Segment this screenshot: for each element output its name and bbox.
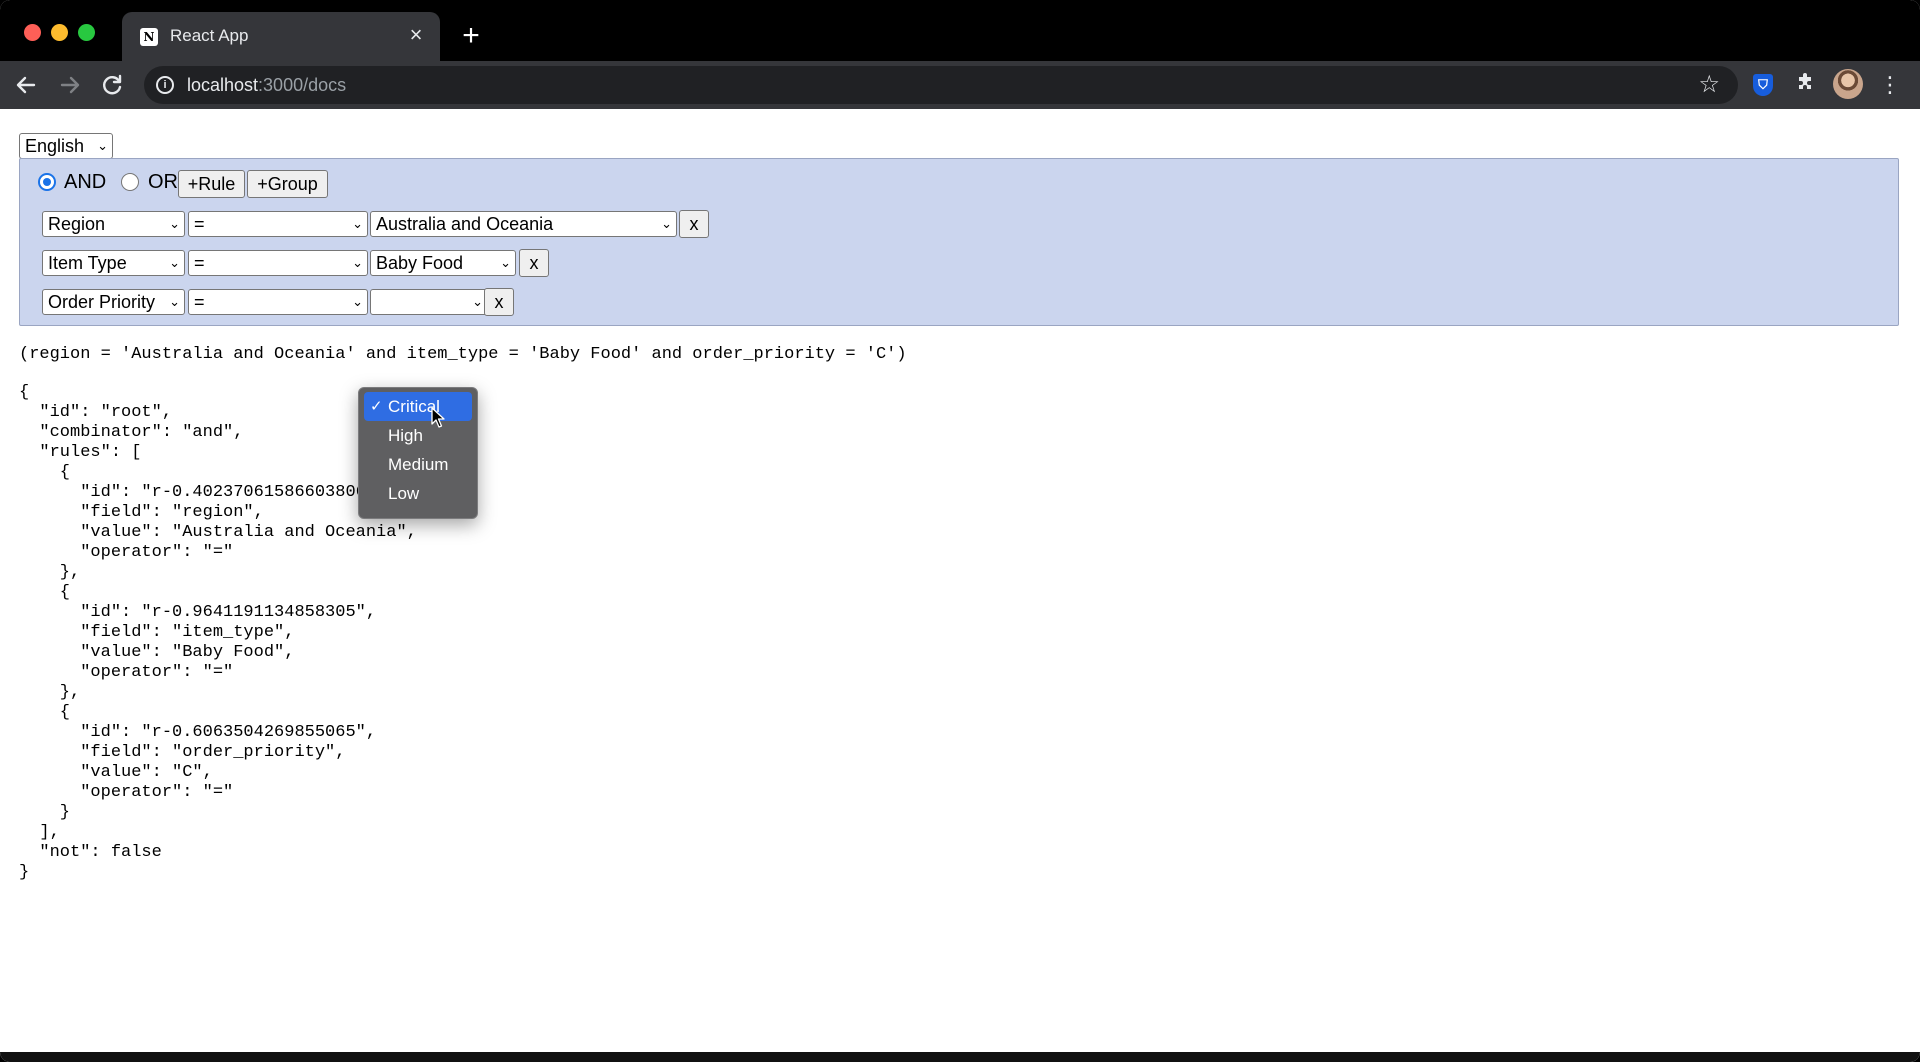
forward-arrow-icon[interactable] xyxy=(54,69,86,101)
json-line: }, xyxy=(19,563,81,582)
rule-2-field-value: Item Type xyxy=(48,253,127,273)
rule-2-value-select[interactable]: Baby Food ⌄ xyxy=(370,250,516,276)
chevron-down-icon: ⌄ xyxy=(500,255,511,270)
rule-3-field-select[interactable]: Order Priority ⌄ xyxy=(42,289,185,315)
json-line: } xyxy=(19,803,71,822)
json-line: ], xyxy=(19,823,60,842)
json-line: "value": "C", xyxy=(19,763,213,782)
chevron-down-icon: ⌄ xyxy=(169,255,180,270)
rule-1-remove-button[interactable]: x xyxy=(679,210,709,238)
chevron-down-icon: ⌄ xyxy=(352,255,363,270)
json-line: "value": "Australia and Oceania", xyxy=(19,523,417,542)
rule-3-operator-select[interactable]: = ⌄ xyxy=(188,289,368,315)
browser-toolbar: i localhost:3000/docs ☆ ⛉ ⋮ xyxy=(0,61,1920,109)
url-path: :3000/docs xyxy=(258,75,347,95)
rule-3-remove-button[interactable]: x xyxy=(484,288,514,316)
dropdown-option-label: Medium xyxy=(388,455,449,474)
chevron-down-icon: ⌄ xyxy=(169,294,180,309)
mouse-cursor-icon xyxy=(431,407,445,428)
json-line: } xyxy=(19,863,30,882)
json-line: }, xyxy=(19,683,81,702)
dropdown-option-critical[interactable]: ✓ Critical xyxy=(364,392,472,421)
checkmark-icon: ✓ xyxy=(370,398,383,415)
bitwarden-icon[interactable]: ⛉ xyxy=(1749,71,1777,99)
json-line: { xyxy=(19,583,71,602)
star-icon[interactable]: ☆ xyxy=(1698,71,1720,99)
rule-3-field-value: Order Priority xyxy=(48,292,156,312)
info-icon[interactable]: i xyxy=(156,76,174,94)
dropdown-option-label: Low xyxy=(388,484,420,503)
url-text[interactable]: localhost:3000/docs xyxy=(187,75,346,96)
rule-1-operator-select[interactable]: = ⌄ xyxy=(188,211,368,237)
reload-icon[interactable] xyxy=(96,69,128,101)
json-line: "id": "r-0.6063504269855065", xyxy=(19,723,377,742)
dropdown-option-label: High xyxy=(388,426,423,445)
and-radio[interactable] xyxy=(38,173,56,191)
rule-2-value: Baby Food xyxy=(376,253,464,273)
chevron-down-icon: ⌄ xyxy=(661,216,672,231)
dropdown-option-high[interactable]: High xyxy=(364,421,472,450)
new-tab-button[interactable]: + xyxy=(457,21,485,51)
chevron-down-icon: ⌄ xyxy=(352,294,363,309)
tab-close-icon[interactable]: × xyxy=(404,23,428,47)
close-window-button[interactable] xyxy=(24,24,41,41)
query-builder-panel: AND OR +Rule +Group Region ⌄ = ⌄ Austral… xyxy=(19,158,1899,326)
puzzle-icon[interactable] xyxy=(1791,71,1819,99)
chevron-down-icon: ⌄ xyxy=(169,216,180,231)
chevron-down-icon: ⌄ xyxy=(472,294,483,309)
rule-1-field-select[interactable]: Region ⌄ xyxy=(42,211,185,237)
window-bottom-edge xyxy=(0,1052,1920,1062)
maximize-window-button[interactable] xyxy=(78,24,95,41)
add-group-button[interactable]: +Group xyxy=(247,170,328,198)
browser-window: N React App × + i localhost:3000/docs ☆ … xyxy=(0,0,1920,1062)
json-line: "id": "r-0.9641191134858305", xyxy=(19,603,377,622)
json-line: "operator": "=" xyxy=(19,783,234,802)
json-line: "field": "order_priority", xyxy=(19,743,346,762)
rule-2-operator-select[interactable]: = ⌄ xyxy=(188,250,368,276)
kebab-menu-icon[interactable]: ⋮ xyxy=(1876,71,1904,99)
rule-2-field-select[interactable]: Item Type ⌄ xyxy=(42,250,185,276)
back-arrow-icon[interactable] xyxy=(10,69,42,101)
json-line: "operator": "=" xyxy=(19,543,234,562)
json-line: "not": false xyxy=(19,843,162,862)
rule-1-field-value: Region xyxy=(48,214,106,234)
json-line: "field": "item_type", xyxy=(19,623,295,642)
rule-1-value: Australia and Oceania xyxy=(376,214,554,234)
language-select-value: English xyxy=(25,136,85,156)
tab-strip: N React App × + xyxy=(0,0,1920,61)
rule-3-operator-value: = xyxy=(194,292,205,312)
rule-2-remove-button[interactable]: x xyxy=(519,249,549,277)
dropdown-option-medium[interactable]: Medium xyxy=(364,450,472,479)
json-line: "operator": "=" xyxy=(19,663,234,682)
json-line: "value": "Baby Food", xyxy=(19,643,295,662)
address-bar[interactable]: i localhost:3000/docs ☆ xyxy=(144,66,1738,104)
priority-dropdown-menu: ✓ Critical High Medium Low xyxy=(358,387,478,519)
chevron-down-icon: ⌄ xyxy=(97,138,108,153)
chevron-down-icon: ⌄ xyxy=(352,216,363,231)
or-radio[interactable] xyxy=(121,173,139,191)
page-content: English ⌄ AND OR +Rule +Group Region ⌄ =… xyxy=(0,109,1920,1062)
and-label: AND xyxy=(64,171,107,193)
url-host: localhost xyxy=(187,75,259,95)
avatar-image xyxy=(1833,69,1863,99)
browser-tab[interactable]: N React App × xyxy=(122,12,440,61)
add-rule-button[interactable]: +Rule xyxy=(178,170,245,198)
tab-title: React App xyxy=(170,26,249,45)
minimize-window-button[interactable] xyxy=(51,24,68,41)
or-label: OR xyxy=(148,171,178,193)
rule-1-operator-value: = xyxy=(194,214,205,234)
json-line: { xyxy=(19,703,71,722)
rule-1-value-select[interactable]: Australia and Oceania ⌄ xyxy=(370,211,677,237)
language-select[interactable]: English ⌄ xyxy=(19,133,113,159)
rule-3-value-select[interactable]: ⌄ xyxy=(370,289,488,315)
profile-avatar[interactable] xyxy=(1833,69,1863,99)
sql-output: (region = 'Australia and Oceania' and it… xyxy=(19,345,907,364)
tab-favicon-icon: N xyxy=(140,28,158,46)
dropdown-option-low[interactable]: Low xyxy=(364,479,472,508)
rule-2-operator-value: = xyxy=(194,253,205,273)
